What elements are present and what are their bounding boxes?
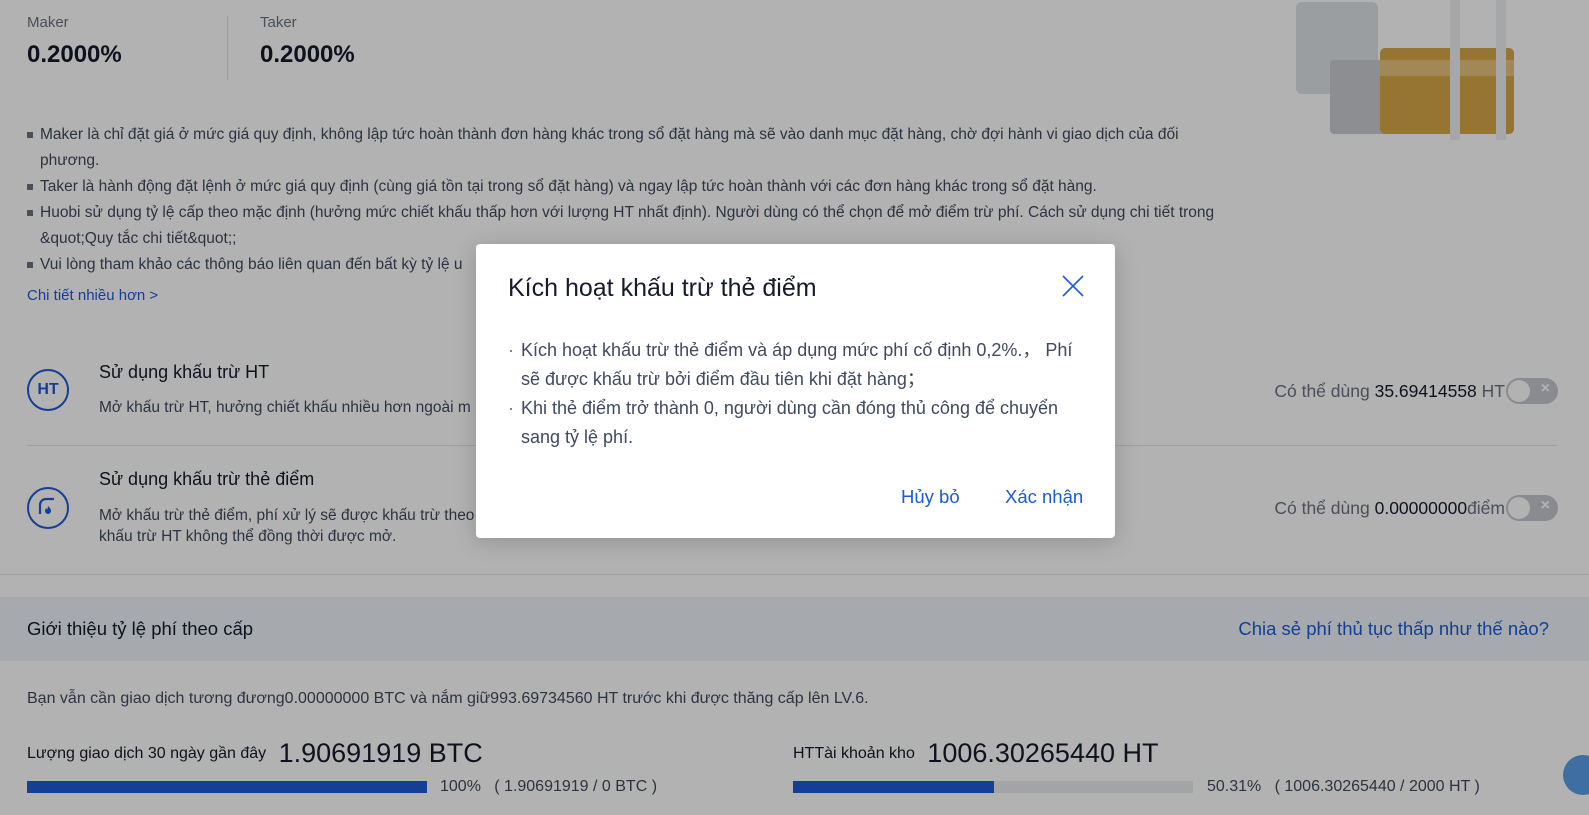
dialog-title: Kích hoạt khấu trừ thẻ điểm xyxy=(508,274,817,302)
dialog-body-line: Khi thẻ điểm trở thành 0, người dùng cần… xyxy=(508,394,1088,452)
cancel-button[interactable]: Hủy bỏ xyxy=(901,486,960,508)
activate-points-deduction-dialog: Kích hoạt khấu trừ thẻ điểm Kích hoạt kh… xyxy=(476,244,1115,538)
confirm-button[interactable]: Xác nhận xyxy=(1005,486,1083,508)
dialog-body-line: Kích hoạt khấu trừ thẻ điểm và áp dụng m… xyxy=(508,336,1088,394)
close-icon[interactable] xyxy=(1061,274,1085,298)
dialog-body: Kích hoạt khấu trừ thẻ điểm và áp dụng m… xyxy=(508,336,1088,452)
